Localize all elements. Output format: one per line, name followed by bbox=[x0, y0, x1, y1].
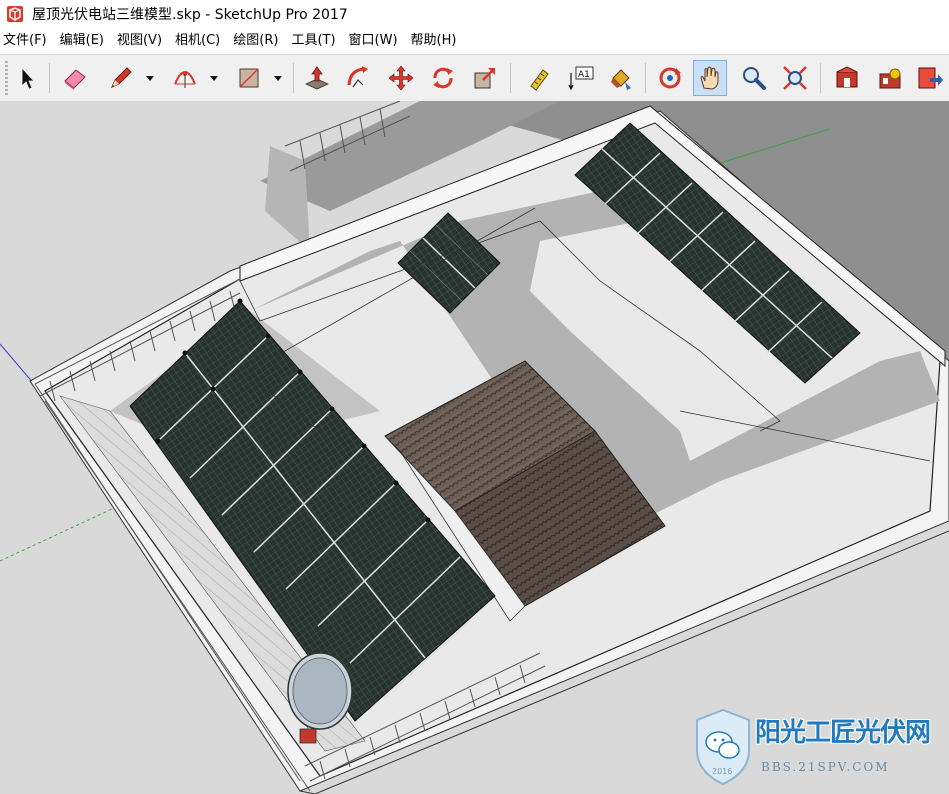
text-tool-label: A1 bbox=[578, 70, 590, 80]
pencil-icon bbox=[111, 67, 132, 88]
arc-tool-dropdown-icon[interactable] bbox=[209, 73, 219, 83]
menu-edit[interactable]: 编辑(E) bbox=[54, 30, 111, 52]
toolbar-separator bbox=[645, 63, 646, 93]
rectangle-tool[interactable] bbox=[232, 60, 266, 96]
3d-warehouse-tool[interactable] bbox=[830, 60, 864, 96]
push-pull-tool[interactable] bbox=[300, 60, 334, 96]
water-tank bbox=[287, 652, 353, 730]
toolbar-separator bbox=[49, 63, 50, 93]
paint-bucket-icon bbox=[611, 69, 631, 90]
follow-me-tool[interactable] bbox=[341, 60, 375, 96]
window-title: 屋顶光伏电站三维模型.skp - SketchUp Pro 2017 bbox=[32, 7, 348, 23]
rotate-icon bbox=[433, 67, 453, 89]
extension-icon bbox=[879, 68, 901, 89]
extension-warehouse-tool[interactable] bbox=[873, 60, 907, 96]
toolbar-separator bbox=[510, 63, 511, 93]
arrow-cursor-icon bbox=[21, 66, 35, 90]
menu-tools[interactable]: 工具(T) bbox=[285, 30, 342, 52]
toolbar-separator bbox=[820, 63, 821, 93]
watermark-year: 2016 bbox=[712, 767, 732, 776]
watermark-title: 阳光工匠光伏网 bbox=[755, 718, 931, 748]
rotate-tool[interactable] bbox=[426, 60, 460, 96]
menu-camera[interactable]: 相机(C) bbox=[169, 30, 227, 52]
roof-outlet bbox=[299, 728, 317, 744]
watermark-url: BBS.21SPV.COM bbox=[761, 760, 890, 774]
eraser-tool[interactable] bbox=[58, 60, 92, 96]
orbit-tool[interactable] bbox=[653, 60, 687, 96]
eraser-icon bbox=[64, 69, 86, 90]
move-icon bbox=[388, 65, 414, 91]
menu-draw[interactable]: 绘图(R) bbox=[227, 30, 285, 52]
push-pull-icon bbox=[305, 66, 329, 90]
zoom-extents-icon bbox=[783, 66, 807, 90]
select-tool[interactable] bbox=[10, 60, 44, 96]
hand-icon bbox=[700, 66, 719, 90]
zoom-tool[interactable] bbox=[737, 60, 771, 96]
line-tool[interactable] bbox=[104, 60, 138, 96]
scale-icon bbox=[474, 68, 495, 89]
toolbar-separator bbox=[293, 63, 294, 93]
rectangle-icon bbox=[239, 68, 259, 88]
menu-view[interactable]: 视图(V) bbox=[111, 30, 169, 52]
menu-window[interactable]: 窗口(W) bbox=[343, 30, 405, 52]
text-label-icon: A1 bbox=[568, 66, 594, 91]
orbit-icon bbox=[659, 67, 681, 89]
follow-me-icon bbox=[347, 66, 368, 88]
tape-measure-icon bbox=[530, 69, 549, 91]
main-toolbar: A1 bbox=[0, 54, 949, 102]
rectangle-tool-dropdown-icon[interactable] bbox=[273, 73, 283, 83]
warehouse-icon bbox=[836, 66, 858, 88]
send-to-layout-icon bbox=[918, 67, 943, 89]
modeling-viewport[interactable]: 2016 阳光工匠光伏网 BBS.21SPV.COM bbox=[0, 101, 949, 794]
paint-bucket-tool[interactable] bbox=[604, 60, 638, 96]
menu-help[interactable]: 帮助(H) bbox=[405, 30, 464, 52]
model-scene bbox=[0, 101, 949, 794]
wechat-shield-logo: 2016 bbox=[696, 708, 750, 786]
scale-tool[interactable] bbox=[468, 60, 502, 96]
arc-icon bbox=[174, 71, 196, 88]
menu-bar: 文件(F) 编辑(E) 视图(V) 相机(C) 绘图(R) 工具(T) 窗口(W… bbox=[0, 28, 949, 54]
forum-watermark: 2016 阳光工匠光伏网 BBS.21SPV.COM bbox=[693, 708, 943, 790]
toolbar-grip[interactable] bbox=[5, 61, 8, 95]
move-tool[interactable] bbox=[384, 60, 418, 96]
layout-send-tool[interactable] bbox=[913, 60, 947, 96]
pan-tool[interactable] bbox=[693, 60, 727, 96]
magnifier-icon bbox=[743, 67, 766, 90]
zoom-extents-tool[interactable] bbox=[778, 60, 812, 96]
sketchup-logo-icon bbox=[7, 6, 23, 22]
line-tool-dropdown-icon[interactable] bbox=[145, 73, 155, 83]
tape-measure-tool[interactable] bbox=[522, 60, 556, 96]
menu-file[interactable]: 文件(F) bbox=[0, 30, 54, 52]
arc-tool[interactable] bbox=[168, 60, 202, 96]
title-bar: 屋顶光伏电站三维模型.skp - SketchUp Pro 2017 bbox=[0, 0, 949, 28]
text-tool[interactable]: A1 bbox=[564, 60, 598, 96]
